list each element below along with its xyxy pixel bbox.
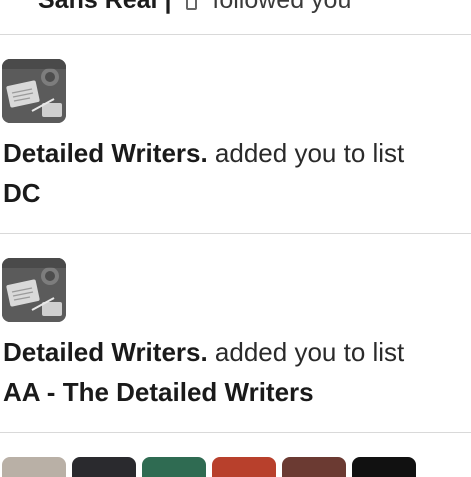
user-avatar-icon[interactable]: [212, 457, 276, 477]
sender-name[interactable]: Detailed Writers.: [3, 138, 208, 168]
notification-text: Detailed Writers. added you to list: [3, 337, 404, 368]
user-avatar-icon[interactable]: [2, 457, 66, 477]
divider: [0, 432, 471, 433]
list-name[interactable]: DC: [3, 178, 41, 209]
user-avatar-icon[interactable]: [352, 457, 416, 477]
sender-name[interactable]: Detailed Writers.: [3, 337, 208, 367]
list-name[interactable]: AA - The Detailed Writers: [3, 377, 314, 408]
user-avatar-icon[interactable]: [142, 457, 206, 477]
divider: [0, 233, 471, 234]
partial-notification-top[interactable]: Sans Real | followed you: [38, 0, 351, 15]
action-text: added you to list: [207, 337, 405, 367]
small-device-icon: [186, 0, 198, 10]
writing-desk-photo-icon[interactable]: [2, 59, 66, 123]
avatar-row: [0, 457, 471, 477]
follower-name[interactable]: Sans Real: [38, 0, 158, 14]
name-separator: |: [164, 0, 172, 14]
user-avatar-icon[interactable]: [282, 457, 346, 477]
user-avatar-icon[interactable]: [72, 457, 136, 477]
divider: [0, 34, 471, 35]
follow-action-text: followed you: [212, 0, 352, 14]
notification-text: Detailed Writers. added you to list: [3, 138, 404, 169]
action-text: added you to list: [207, 138, 405, 168]
writing-desk-photo-icon[interactable]: [2, 258, 66, 322]
